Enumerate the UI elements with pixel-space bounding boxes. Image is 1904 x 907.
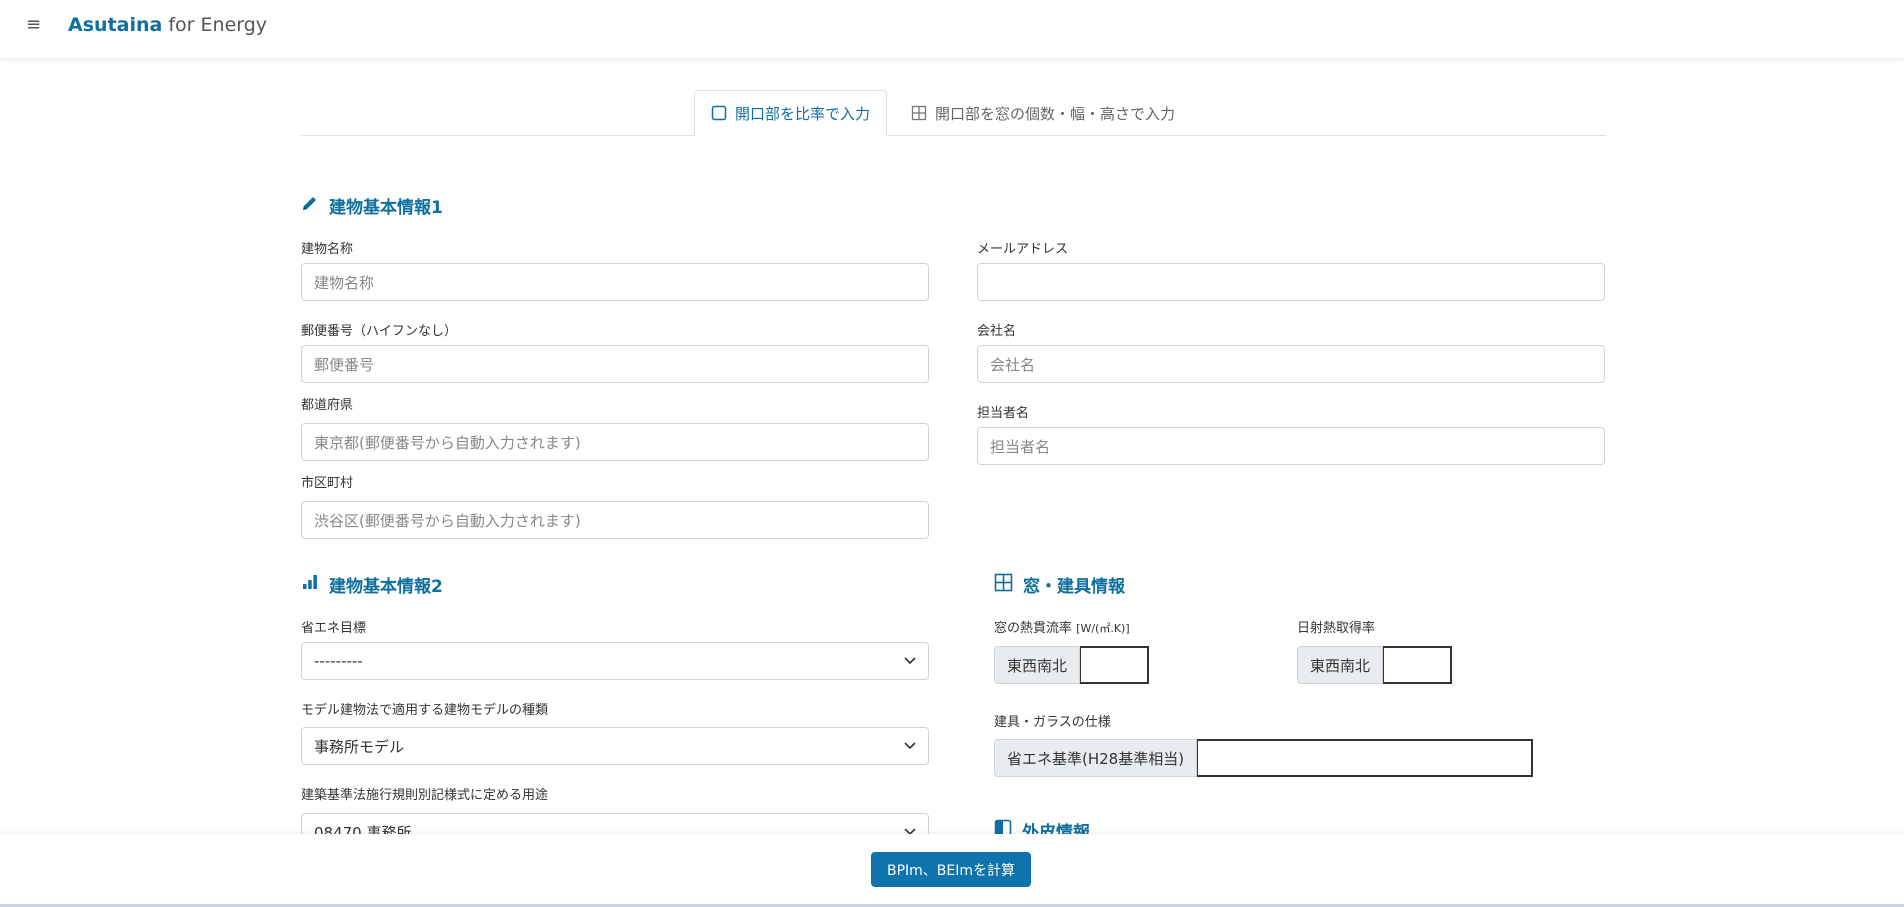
square-icon (711, 105, 727, 121)
energy-target-value: --------- (314, 652, 363, 670)
hamburger-icon[interactable]: ≡ (26, 14, 41, 35)
calculate-button[interactable]: BPIm、BEImを計算 (871, 852, 1031, 887)
building-name-input[interactable]: 建物名称 (301, 263, 929, 301)
solar-gain-label: 日射熱取得率 (1297, 621, 1376, 636)
brand-bold: Asutaina (68, 14, 163, 36)
heat-flow-label-text: 窓の熱貫流率 (994, 621, 1073, 636)
email-label: メールアドレス (977, 242, 1069, 257)
solar-gain-input-group: 東西南北 (1297, 646, 1453, 684)
window-icon (994, 573, 1013, 597)
pencil-icon (301, 194, 319, 217)
section-title-window: 窓・建具情報 (994, 572, 1125, 597)
energy-target-select[interactable]: --------- (301, 642, 929, 680)
building-name-label: 建物名称 (301, 242, 354, 257)
model-type-select[interactable]: 事務所モデル (301, 727, 929, 765)
city-label: 市区町村 (301, 476, 354, 491)
section-title-basic-info-2: 建物基本情報2 (301, 572, 443, 597)
chevron-down-icon (904, 653, 916, 669)
chevron-down-icon (904, 738, 916, 754)
model-type-value: 事務所モデル (314, 737, 405, 756)
footer-bar: BPIm、BEImを計算 (0, 834, 1904, 907)
postal-code-input[interactable]: 郵便番号 (301, 345, 929, 383)
bar-chart-icon (301, 573, 319, 596)
section-title-text: 建物基本情報2 (329, 577, 443, 597)
energy-target-label: 省エネ目標 (301, 621, 367, 636)
heat-flow-unit: [W/(㎡.K)] (1076, 622, 1130, 635)
heat-flow-addon: 東西南北 (994, 646, 1081, 684)
prefecture-label: 都道府県 (301, 398, 354, 413)
navbar: ≡ Asutaina for Energy (0, 0, 1904, 58)
prefecture-input[interactable]: 東京都(郵便番号から自動入力されます) (301, 423, 929, 461)
input-mode-tabs: 開口部を比率で入力 開口部を窓の個数・幅・高さで入力 (301, 90, 1606, 136)
solar-gain-input[interactable] (1383, 646, 1453, 684)
spec-label: 建具・ガラスの仕様 (994, 715, 1111, 730)
heat-flow-label: 窓の熱貫流率 [W/(㎡.K)] (994, 617, 1130, 636)
solar-gain-addon: 東西南北 (1297, 646, 1384, 684)
grid-icon (911, 105, 927, 121)
spec-addon: 省エネ基準(H28基準相当) (994, 739, 1198, 777)
contact-input[interactable]: 担当者名 (977, 427, 1605, 465)
contact-label: 担当者名 (977, 406, 1030, 421)
company-label: 会社名 (977, 324, 1017, 339)
city-input[interactable]: 渋谷区(郵便番号から自動入力されます) (301, 501, 929, 539)
tab-label: 開口部を窓の個数・幅・高さで入力 (935, 104, 1176, 123)
spec-input[interactable] (1197, 739, 1534, 777)
brand-rest: for Energy (162, 14, 268, 36)
brand-logo[interactable]: Asutaina for Energy (68, 14, 267, 36)
heat-flow-input-group: 東西南北 (994, 646, 1150, 684)
email-input[interactable] (977, 263, 1605, 301)
postal-code-label: 郵便番号（ハイフンなし） (301, 324, 458, 339)
heat-flow-input[interactable] (1080, 646, 1150, 684)
section-title-text: 窓・建具情報 (1023, 577, 1125, 597)
tab-ratio-input[interactable]: 開口部を比率で入力 (694, 90, 888, 136)
tab-label: 開口部を比率で入力 (735, 104, 871, 123)
section-title-basic-info-1: 建物基本情報1 (301, 193, 443, 218)
section-title-text: 建物基本情報1 (329, 198, 443, 218)
usage-label: 建築基準法施行規則別記様式に定める用途 (301, 788, 549, 803)
tab-window-count-input[interactable]: 開口部を窓の個数・幅・高さで入力 (895, 90, 1191, 136)
model-type-label: モデル建物法で適用する建物モデルの種類 (301, 703, 549, 718)
spec-input-group: 省エネ基準(H28基準相当) (994, 739, 1534, 777)
company-input[interactable]: 会社名 (977, 345, 1605, 383)
